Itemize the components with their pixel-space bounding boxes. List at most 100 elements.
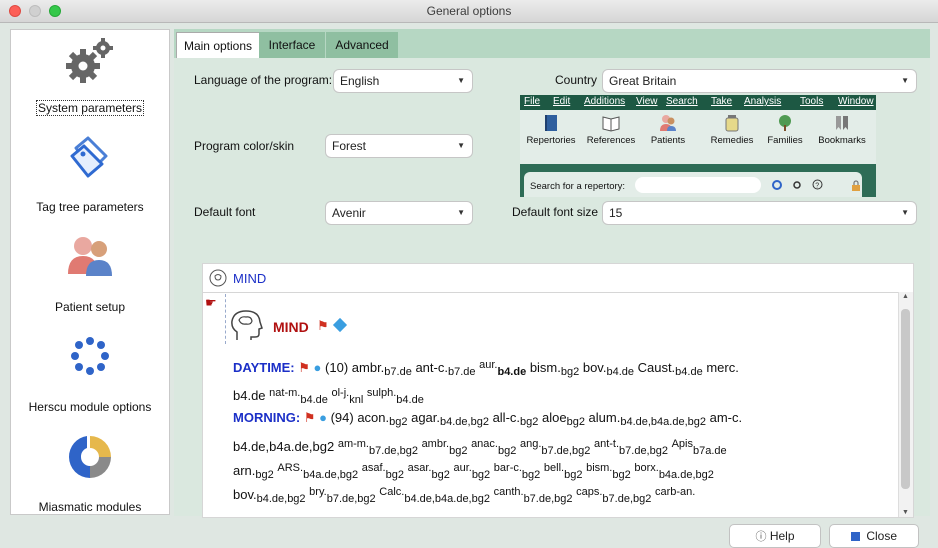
country-value: Great Britain: [609, 74, 677, 88]
scroll-up-arrow-icon[interactable]: ▲: [902, 293, 909, 300]
preview-tool-label: References: [586, 135, 636, 146]
chevron-down-icon: ▼: [457, 76, 465, 85]
scrollbar-thumb[interactable]: [901, 309, 910, 489]
preview-menu-item: Window: [838, 96, 874, 107]
preview-menu-item: Take: [711, 96, 733, 107]
jar-icon: [725, 115, 739, 132]
color-skin-label: Program color/skin: [194, 139, 295, 153]
preview-menu-item: Analysis: [744, 96, 782, 107]
default-font-value: Avenir: [332, 206, 366, 220]
rubric-count: (10): [325, 360, 349, 375]
preview-tool-label: Families: [767, 135, 803, 146]
settings-icon: [793, 181, 801, 189]
pointing-hand-icon: ☛: [205, 295, 217, 310]
preview-tool-label: Patients: [650, 135, 686, 146]
head-icon: [209, 269, 227, 287]
sync-icon: [772, 180, 782, 190]
flag-icon: ⚑: [317, 318, 329, 333]
preview-tool-label: Repertories: [526, 135, 576, 146]
preview-menu-item: File: [524, 96, 541, 107]
preview-menu-item: Search: [666, 96, 698, 107]
remedy-line: arn.bg2 ARS.b4a.de,bg2 asaf.bg2 asar.bg2…: [233, 462, 714, 481]
tab-advanced[interactable]: Advanced: [326, 32, 398, 58]
tab-interface[interactable]: Interface: [259, 32, 325, 58]
svg-text:?: ?: [815, 182, 819, 189]
color-skin-value: Forest: [332, 139, 367, 153]
tree-icon: [779, 115, 791, 131]
preview-menu-item: Tools: [800, 96, 824, 107]
preview-menu-item: Additions: [584, 96, 626, 107]
sidebar-item-label: Miasmatic modules: [38, 500, 142, 514]
chapter-title: MIND: [273, 319, 309, 335]
sidebar-item-herscu-module[interactable]: Herscu module options: [11, 334, 169, 414]
color-skin-select[interactable]: Forest ▼: [326, 135, 472, 157]
rubric-morning[interactable]: MORNING:: [233, 410, 300, 425]
chevron-down-icon: ▼: [901, 76, 909, 85]
save-disk-icon: [850, 532, 860, 541]
default-font-label: Default font: [194, 205, 256, 219]
close-button[interactable]: Close: [829, 524, 919, 548]
tab-main-options[interactable]: Main options: [176, 32, 260, 59]
sidebar-item-label: Tag tree parameters: [36, 200, 144, 214]
font-size-label: Default font size: [512, 205, 599, 219]
scroll-down-arrow-icon[interactable]: ▼: [902, 509, 909, 516]
language-label: Language of the program:: [194, 73, 333, 87]
preview-menu-bar: File Edit Additions View Search Take Ana…: [520, 95, 876, 110]
remedy-line: bov.b4.de,bg2 bry.b7.de,bg2 Calc.b4.de,b…: [233, 486, 696, 505]
country-label: Country: [555, 73, 598, 87]
preview-toolbar: Repertories References Patients Remedies…: [520, 110, 876, 164]
font-size-value: 15: [609, 206, 623, 220]
preview-tool-bookmarks: Bookmarks: [812, 114, 872, 146]
help-icon: ⓘ: [755, 531, 767, 543]
help-button[interactable]: ⓘ Help: [729, 524, 821, 548]
font-size-select[interactable]: 15 ▼: [603, 202, 916, 224]
options-panel: Main options Interface Advanced Language…: [174, 29, 930, 518]
language-select[interactable]: English ▼: [334, 70, 472, 92]
remedy-list: ambr.b7.de ant-c.b7.de aur.b4.de bism.bg…: [351, 359, 739, 378]
lock-icon: [852, 180, 860, 191]
rubric-line: DAYTIME: ⚑ ● (10) ambr.b7.de ant-c.b7.de…: [233, 359, 739, 378]
preview-tool-label: Bookmarks: [818, 135, 866, 146]
help-icon: ?: [812, 179, 823, 190]
skin-preview: File Edit Additions View Search Take Ana…: [520, 95, 876, 197]
chevron-down-icon: ▼: [457, 208, 465, 217]
sidebar-item-label: Patient setup: [54, 300, 126, 314]
sidebar-item-label: System parameters: [35, 100, 145, 116]
repertory-preview: MIND ☛ MIND ⚑ DAYTIME: ⚑ ● (10) ambr.b7.…: [202, 263, 914, 518]
chapter-separator: [225, 294, 227, 344]
preview-search-label: Search for a repertory:: [530, 181, 626, 192]
repertory-header-title: MIND: [233, 271, 267, 286]
sidebar-item-label: Herscu module options: [28, 400, 152, 414]
sidebar-item-miasmatic-modules[interactable]: Miasmatic modules: [11, 434, 169, 514]
preview-tool-remedies: Remedies: [706, 114, 758, 146]
patients-icon: [660, 115, 676, 131]
sidebar-item-system-parameters[interactable]: System parameters: [11, 36, 169, 126]
tags-icon: [70, 136, 108, 178]
remedy-line: b4.de,b4a.de,bg2 am-m.b7.de,bg2 ambr.bg2…: [233, 438, 727, 457]
country-select[interactable]: Great Britain ▼: [603, 70, 916, 92]
rubric-count: (94): [330, 410, 354, 425]
info-icon: ●: [319, 410, 327, 425]
preview-search-bar: Search for a repertory: ?: [520, 164, 876, 197]
remedy-list: acon.bg2 agar.b4.de,bg2 all-c.bg2 aloebg…: [357, 410, 743, 428]
patients-icon: [68, 237, 112, 276]
rubric-daytime[interactable]: DAYTIME:: [233, 360, 295, 375]
repertory-header: MIND: [203, 264, 913, 293]
dots-circle-icon: [71, 337, 109, 375]
brain-head-icon: [231, 310, 263, 340]
open-book-icon: [602, 116, 620, 132]
preview-tool-patients: Patients: [644, 114, 692, 146]
book-icon: [545, 115, 557, 131]
diamond-icon: [332, 317, 348, 333]
default-font-select[interactable]: Avenir ▼: [326, 202, 472, 224]
gears-icon: [66, 38, 113, 83]
options-sidebar: System parameters Tag tree parameters Pa…: [10, 29, 170, 515]
language-value: English: [340, 74, 380, 88]
preview-tool-repertories: Repertories: [524, 114, 578, 146]
bookmarks-icon: [836, 116, 848, 130]
repertory-scrollbar[interactable]: ▲ ▼: [898, 292, 913, 517]
sidebar-item-tag-tree[interactable]: Tag tree parameters: [11, 134, 169, 214]
sidebar-item-patient-setup[interactable]: Patient setup: [11, 234, 169, 314]
help-button-label: Help: [769, 529, 795, 543]
preview-menu-item: Edit: [553, 96, 571, 107]
